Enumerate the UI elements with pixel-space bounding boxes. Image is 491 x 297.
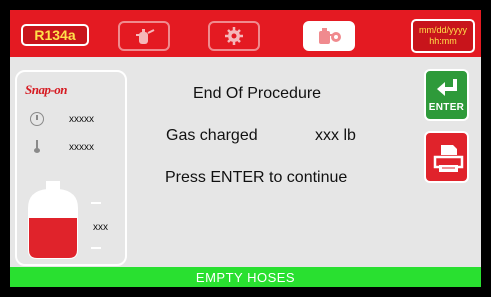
- screen: R134a mm/dd/yyyy hh:mm Snap-on xxxxx xxx…: [10, 10, 481, 287]
- enter-button[interactable]: ENTER: [424, 69, 469, 121]
- device-frame: R134a mm/dd/yyyy hh:mm Snap-on xxxxx xxx…: [0, 0, 491, 297]
- print-button[interactable]: [424, 131, 469, 183]
- continue-prompt: Press ENTER to continue: [165, 169, 348, 186]
- gas-charged-label: Gas charged: [166, 127, 258, 144]
- tank-value: xxx: [93, 222, 108, 233]
- time-text: hh:mm: [429, 36, 457, 46]
- gas-charged-value: xxx lb: [315, 127, 356, 144]
- date-text: mm/dd/yyyy: [418, 25, 467, 35]
- gear-icon: [225, 27, 243, 45]
- temperature-value: xxxxx: [69, 142, 94, 153]
- status-bar: EMPTY HOSES: [10, 267, 481, 287]
- enter-label: ENTER: [428, 102, 465, 113]
- tank-wrench-icon: [136, 29, 155, 44]
- top-bar: R134a mm/dd/yyyy hh:mm: [10, 10, 481, 57]
- brand-logo: Snap-on: [25, 82, 68, 97]
- status-panel: Snap-on xxxxx xxxxx xxx: [15, 70, 127, 266]
- tab-settings[interactable]: [208, 21, 260, 51]
- tab-oil[interactable]: [303, 21, 355, 51]
- pressure-value: xxxxx: [69, 114, 94, 125]
- pressure-gauge-icon: [30, 112, 44, 126]
- tab-tank[interactable]: [118, 21, 170, 51]
- thermometer-icon: [34, 140, 40, 153]
- refrigerant-tank: [27, 180, 79, 260]
- return-arrow-icon: [437, 79, 457, 96]
- printer-icon: [433, 145, 464, 172]
- oil-can-icon: [319, 28, 341, 44]
- datetime-display: mm/dd/yyyy hh:mm: [411, 19, 475, 53]
- tank-icon: [28, 181, 78, 259]
- gas-type-badge: R134a: [21, 24, 89, 46]
- procedure-title: End Of Procedure: [193, 85, 322, 102]
